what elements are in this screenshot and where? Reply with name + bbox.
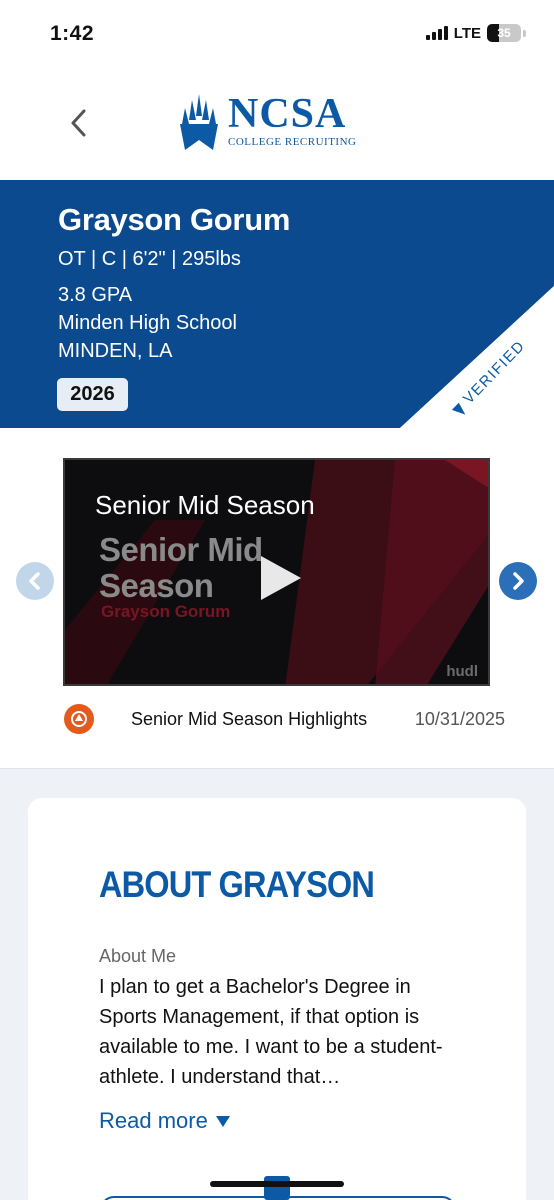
network-label: LTE [453, 24, 481, 42]
logo-wordmark: NCSA [228, 91, 347, 137]
previous-video-button[interactable] [16, 562, 54, 600]
status-bar: 1:42 LTE 35 [0, 0, 554, 70]
status-indicators: LTE 35 [425, 24, 526, 42]
next-video-button[interactable] [499, 562, 537, 600]
athlete-location: MINDEN, LA [58, 340, 173, 362]
battery-icon: 35 [487, 24, 521, 42]
battery-tip [523, 29, 526, 37]
read-more-link[interactable]: Read more [99, 1108, 230, 1134]
video-card-line2: Season [99, 567, 214, 604]
video-title: Senior Mid Season [95, 490, 315, 520]
video-player[interactable]: Senior Mid Season Senior Mid Season Gray… [63, 458, 490, 686]
status-time: 1:42 [50, 22, 95, 45]
verified-ribbon: VERIFIED [400, 286, 554, 428]
class-year-badge: 2026 [57, 378, 128, 411]
play-icon[interactable] [261, 556, 301, 600]
battery-percent: 35 [497, 26, 511, 40]
video-caption[interactable]: Senior Mid Season Highlights [131, 709, 367, 730]
video-card-athlete: Grayson Gorum [101, 602, 231, 621]
read-more-label: Read more [99, 1108, 208, 1133]
ncsa-logo: NCSA COLLEGE RECRUITING [180, 91, 357, 150]
hudl-watermark: hudl [446, 663, 478, 680]
partial-tab [264, 1176, 290, 1200]
athlete-name: Grayson Gorum [58, 202, 291, 237]
video-meta-row: Senior Mid Season Highlights 10/31/2025 [0, 704, 554, 734]
media-section: Senior Mid Season Senior Mid Season Gray… [0, 428, 554, 768]
ncsa-logo-icon [180, 94, 218, 150]
video-date: 10/31/2025 [414, 709, 505, 729]
about-text: I plan to get a Bachelor's Degree in Spo… [99, 976, 443, 1088]
athlete-gpa: 3.8 GPA [58, 284, 133, 306]
home-indicator [210, 1181, 344, 1187]
back-button[interactable] [64, 106, 94, 140]
athlete-school: Minden High School [58, 312, 237, 334]
video-card-line1: Senior Mid [99, 531, 263, 568]
video-card-title: Senior Mid Season [99, 532, 263, 604]
chevron-right-icon [513, 572, 524, 590]
about-card: ABOUT GRAYSON About Me I plan to get a B… [28, 798, 526, 1200]
signal-icon [425, 26, 448, 40]
chevron-left-icon [29, 572, 40, 590]
about-title: ABOUT GRAYSON [99, 864, 375, 905]
caret-down-icon [215, 1115, 230, 1127]
hudl-icon [64, 704, 94, 734]
profile-banner: Grayson Gorum OT | C | 6'2" | 295lbs 3.8… [0, 180, 554, 428]
athlete-stats: OT | C | 6'2" | 295lbs [58, 248, 241, 270]
logo-subtitle: COLLEGE RECRUITING [228, 136, 357, 148]
app-header: NCSA COLLEGE RECRUITING [0, 70, 554, 180]
about-label: About Me [99, 946, 177, 966]
back-chevron-icon [71, 109, 86, 137]
